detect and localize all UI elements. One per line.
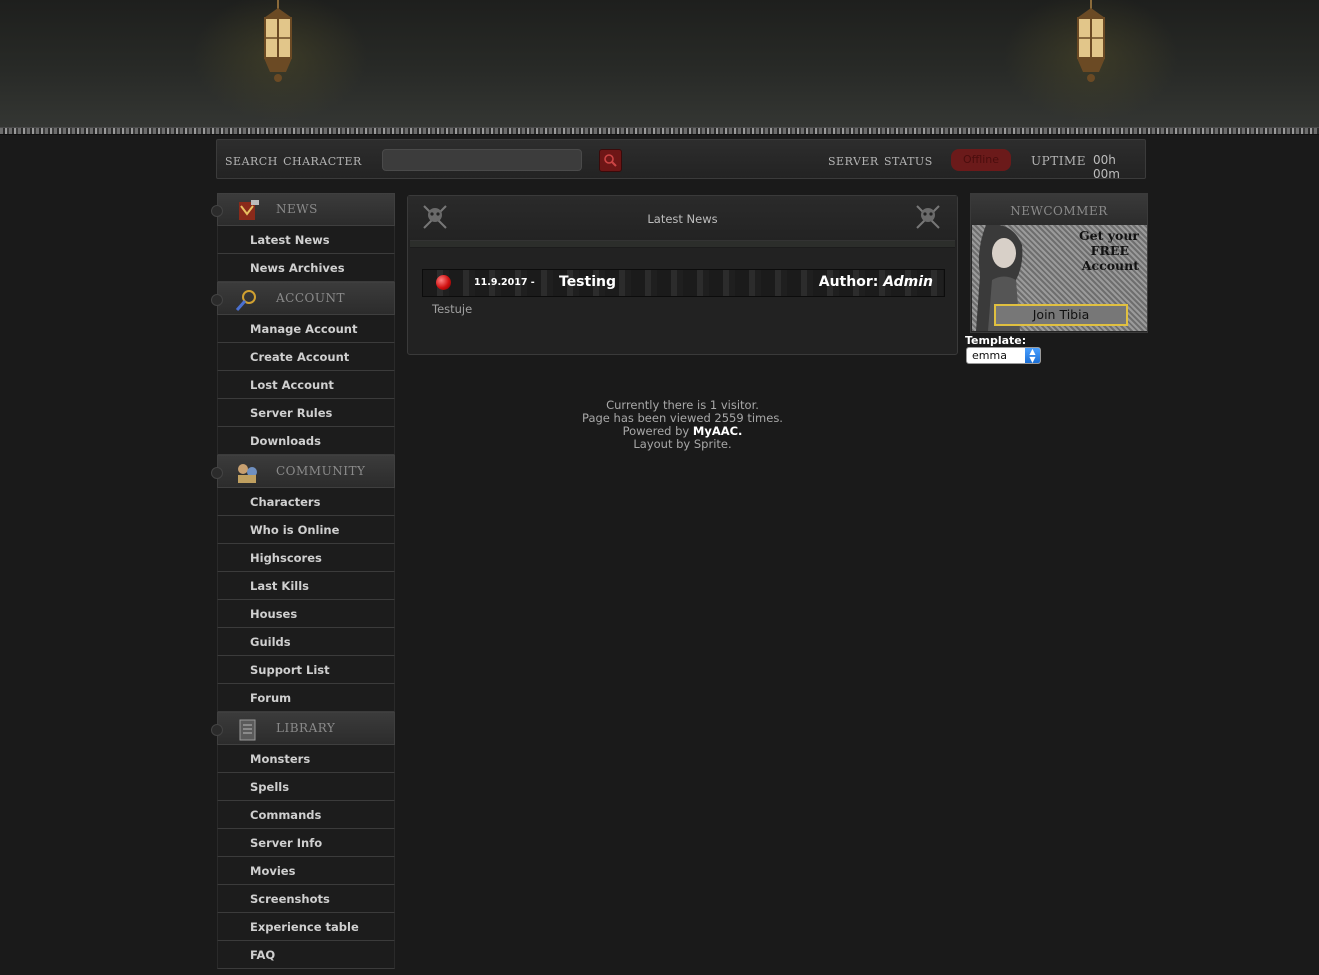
sidebar-category-title: account xyxy=(276,287,345,307)
main-content-panel: Latest News 11.9.2017 - Testing Author: … xyxy=(407,195,958,355)
newcomer-title: newcommer xyxy=(1010,200,1108,220)
promo-line-3: Account xyxy=(1081,258,1139,273)
search-character-input[interactable] xyxy=(382,149,582,171)
uptime-label: Uptime xyxy=(1031,150,1086,170)
header-separator xyxy=(410,240,955,248)
news-author-label: Author: xyxy=(818,274,879,290)
category-bullet xyxy=(211,467,223,479)
sidebar-item-spells[interactable]: Spells xyxy=(217,773,395,801)
category-bullet xyxy=(211,205,223,217)
promo-line-1: Get your xyxy=(1078,228,1139,243)
sidebar-category-title: news xyxy=(276,198,318,218)
template-select[interactable]: emma ▲ ▼ xyxy=(966,347,1041,364)
server-status-label: Server Status xyxy=(828,151,933,169)
sidebar-item-support-list[interactable]: Support List xyxy=(217,656,395,684)
sidebar-item-commands[interactable]: Commands xyxy=(217,801,395,829)
news-date: 11.9.2017 - xyxy=(474,277,535,288)
news-indicator-icon xyxy=(436,275,451,290)
sidebar-item-server-info[interactable]: Server Info xyxy=(217,829,395,857)
category-bullet xyxy=(211,294,223,306)
sidebar-item-downloads[interactable]: Downloads xyxy=(217,427,395,455)
sidebar-item-characters[interactable]: Characters xyxy=(217,488,395,516)
sidebar-item-who-is-online[interactable]: Who is Online xyxy=(217,516,395,544)
sidebar-item-manage-account[interactable]: Manage Account xyxy=(217,315,395,343)
sidebar-item-highscores[interactable]: Highscores xyxy=(217,544,395,572)
lantern-icon xyxy=(264,0,292,82)
newcomer-header: newcommer xyxy=(971,194,1147,225)
promo-line-2: FREE xyxy=(1090,243,1129,258)
sidebar-item-faq[interactable]: FAQ xyxy=(217,941,395,969)
layout-credit: Layout by Sprite. xyxy=(633,437,732,451)
header-divider xyxy=(0,127,1319,135)
template-label: Template: xyxy=(965,334,1027,347)
sidebar-item-server-rules[interactable]: Server Rules xyxy=(217,399,395,427)
category-bullet xyxy=(211,724,223,736)
library-icon xyxy=(239,719,256,741)
sidebar-category-community[interactable]: community xyxy=(211,455,395,488)
skull-crossbones-icon xyxy=(916,205,940,229)
sidebar-item-guilds[interactable]: Guilds xyxy=(217,628,395,656)
sidebar-item-lost-account[interactable]: Lost Account xyxy=(217,371,395,399)
lantern-icon xyxy=(1077,0,1105,82)
powered-by-label: Powered by xyxy=(622,424,690,438)
news-author: Author: Admin xyxy=(819,274,933,290)
account-icon xyxy=(235,290,256,311)
header-banner xyxy=(0,0,1319,127)
sidebar-menu: news Latest News News Archives account M… xyxy=(211,193,395,969)
join-tibia-button[interactable]: Join Tibia xyxy=(994,304,1128,326)
sidebar-category-news[interactable]: news xyxy=(211,193,395,226)
page-title: Latest News xyxy=(647,212,718,226)
uptime-value: 00h 00m xyxy=(1093,153,1120,181)
sidebar-category-title: library xyxy=(276,717,336,737)
newcomer-box: newcommer Get your FREE Account Join Tib… xyxy=(970,193,1148,333)
news-title: Testing xyxy=(559,274,616,290)
sidebar-item-latest-news[interactable]: Latest News xyxy=(217,226,395,254)
sidebar-category-title: community xyxy=(276,460,366,480)
news-icon xyxy=(239,200,259,220)
search-button[interactable] xyxy=(599,149,622,172)
select-arrows-icon: ▲ ▼ xyxy=(1025,348,1040,364)
page-footer: Currently there is 1 visitor. Page has b… xyxy=(407,399,958,451)
sidebar-item-experience-table[interactable]: Experience table xyxy=(217,913,395,941)
main-panel-header: Latest News xyxy=(408,196,957,240)
search-character-label: Search Character xyxy=(225,151,362,169)
sidebar-item-screenshots[interactable]: Screenshots xyxy=(217,885,395,913)
server-status-badge: Offline xyxy=(951,149,1011,171)
sidebar-item-houses[interactable]: Houses xyxy=(217,600,395,628)
sidebar-item-movies[interactable]: Movies xyxy=(217,857,395,885)
sidebar-item-last-kills[interactable]: Last Kills xyxy=(217,572,395,600)
search-icon xyxy=(604,154,617,167)
top-bar: Search Character Server Status Offline U… xyxy=(216,139,1146,181)
template-selected-value: emma xyxy=(972,349,1007,362)
news-author-name: Admin xyxy=(883,274,933,290)
news-headline-bar: 11.9.2017 - Testing Author: Admin xyxy=(422,269,945,297)
sidebar-item-news-archives[interactable]: News Archives xyxy=(217,254,395,282)
sidebar-item-monsters[interactable]: Monsters xyxy=(217,745,395,773)
community-icon xyxy=(238,464,257,483)
sidebar-category-library[interactable]: library xyxy=(211,712,395,745)
sidebar-item-forum[interactable]: Forum xyxy=(217,684,395,712)
sidebar-item-create-account[interactable]: Create Account xyxy=(217,343,395,371)
myaac-link[interactable]: MyAAC. xyxy=(693,424,743,438)
sidebar-category-account[interactable]: account xyxy=(211,282,395,315)
news-body: Testuje xyxy=(432,302,473,316)
